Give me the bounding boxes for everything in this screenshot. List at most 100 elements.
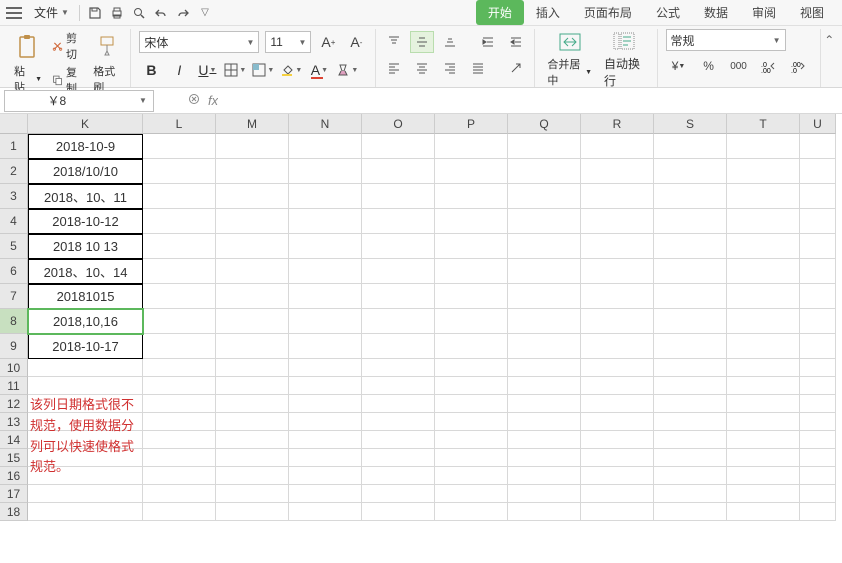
cell[interactable] bbox=[727, 184, 800, 209]
cell[interactable] bbox=[508, 159, 581, 184]
cell[interactable] bbox=[289, 485, 362, 503]
cell[interactable] bbox=[435, 467, 508, 485]
cell[interactable] bbox=[727, 449, 800, 467]
cell[interactable] bbox=[216, 284, 289, 309]
cancel-formula-icon[interactable] bbox=[188, 93, 200, 108]
cell[interactable] bbox=[362, 184, 435, 209]
cell[interactable] bbox=[362, 485, 435, 503]
quick-access-overflow-icon[interactable]: ▽ bbox=[194, 2, 216, 24]
cell[interactable] bbox=[435, 184, 508, 209]
font-size-select[interactable]: 11 ▼ bbox=[265, 31, 311, 53]
cell[interactable] bbox=[435, 309, 508, 334]
name-box[interactable]: ￥8 ▼ bbox=[4, 90, 154, 112]
cell[interactable] bbox=[435, 503, 508, 521]
row-header[interactable]: 11 bbox=[0, 377, 28, 395]
format-painter-button[interactable]: 格式刷 bbox=[89, 29, 124, 97]
cell[interactable]: 2018、10、11 bbox=[28, 184, 143, 209]
cell[interactable] bbox=[508, 449, 581, 467]
cell[interactable] bbox=[362, 503, 435, 521]
col-header-N[interactable]: N bbox=[289, 114, 362, 134]
cell[interactable] bbox=[727, 309, 800, 334]
row-header[interactable]: 5 bbox=[0, 234, 28, 259]
cell[interactable] bbox=[654, 485, 727, 503]
cell[interactable] bbox=[654, 359, 727, 377]
col-header-L[interactable]: L bbox=[143, 114, 216, 134]
cell[interactable] bbox=[143, 467, 216, 485]
cell[interactable] bbox=[435, 377, 508, 395]
increase-font-icon[interactable]: A+ bbox=[317, 31, 339, 53]
fx-icon[interactable]: fx bbox=[208, 93, 218, 108]
cell[interactable] bbox=[581, 467, 654, 485]
cell[interactable] bbox=[727, 431, 800, 449]
cell[interactable] bbox=[435, 284, 508, 309]
collapse-ribbon-icon[interactable]: ⌃ bbox=[821, 29, 838, 87]
col-header-U[interactable]: U bbox=[800, 114, 836, 134]
cell[interactable] bbox=[289, 209, 362, 234]
cell[interactable] bbox=[727, 209, 800, 234]
cell[interactable] bbox=[800, 359, 836, 377]
cell[interactable] bbox=[216, 413, 289, 431]
col-header-K[interactable]: K bbox=[28, 114, 143, 134]
cell[interactable] bbox=[435, 159, 508, 184]
cell[interactable] bbox=[435, 209, 508, 234]
cell[interactable] bbox=[362, 413, 435, 431]
cell[interactable] bbox=[727, 284, 800, 309]
cell[interactable] bbox=[289, 449, 362, 467]
cell[interactable] bbox=[216, 159, 289, 184]
col-header-P[interactable]: P bbox=[435, 114, 508, 134]
cell[interactable] bbox=[362, 159, 435, 184]
cell[interactable] bbox=[216, 309, 289, 334]
currency-icon[interactable]: ¥▼ bbox=[666, 55, 692, 77]
cell[interactable] bbox=[362, 359, 435, 377]
cell[interactable] bbox=[800, 159, 836, 184]
cell[interactable] bbox=[581, 334, 654, 359]
cell-grid[interactable]: 2018-10-92018/10/102018、10、112018-10-122… bbox=[28, 134, 842, 563]
cell[interactable] bbox=[581, 395, 654, 413]
cell[interactable] bbox=[800, 234, 836, 259]
cell[interactable]: 20181015 bbox=[28, 284, 143, 309]
cell[interactable] bbox=[800, 431, 836, 449]
col-header-O[interactable]: O bbox=[362, 114, 435, 134]
row-header[interactable]: 12 bbox=[0, 395, 28, 413]
cell[interactable] bbox=[727, 134, 800, 159]
file-menu[interactable]: 文件 ▼ bbox=[28, 4, 75, 21]
cell[interactable] bbox=[508, 359, 581, 377]
cell[interactable] bbox=[508, 259, 581, 284]
cell[interactable] bbox=[362, 209, 435, 234]
tab-layout[interactable]: 页面布局 bbox=[572, 0, 644, 25]
cell[interactable] bbox=[581, 431, 654, 449]
cell[interactable] bbox=[654, 159, 727, 184]
cell[interactable]: 2018/10/10 bbox=[28, 159, 143, 184]
cell[interactable]: 2018 10 13 bbox=[28, 234, 143, 259]
cell[interactable] bbox=[289, 395, 362, 413]
cell[interactable] bbox=[800, 334, 836, 359]
cell[interactable] bbox=[581, 359, 654, 377]
row-header[interactable]: 18 bbox=[0, 503, 28, 521]
row-header[interactable]: 17 bbox=[0, 485, 28, 503]
cell[interactable] bbox=[727, 334, 800, 359]
cell[interactable] bbox=[289, 334, 362, 359]
cell[interactable] bbox=[143, 309, 216, 334]
cell[interactable] bbox=[143, 209, 216, 234]
cell[interactable] bbox=[362, 395, 435, 413]
tab-formula[interactable]: 公式 bbox=[644, 0, 692, 25]
cell[interactable] bbox=[289, 234, 362, 259]
tab-review[interactable]: 审阅 bbox=[740, 0, 788, 25]
cell[interactable] bbox=[800, 309, 836, 334]
row-header[interactable]: 1 bbox=[0, 134, 28, 159]
cell[interactable] bbox=[28, 359, 143, 377]
cell[interactable] bbox=[581, 284, 654, 309]
cell[interactable] bbox=[508, 134, 581, 159]
cell[interactable] bbox=[727, 359, 800, 377]
cell[interactable] bbox=[216, 134, 289, 159]
cell[interactable] bbox=[143, 503, 216, 521]
cell[interactable]: 2018-10-9 bbox=[28, 134, 143, 159]
cell[interactable] bbox=[216, 359, 289, 377]
row-header[interactable]: 9 bbox=[0, 334, 28, 359]
cell[interactable] bbox=[654, 209, 727, 234]
cell[interactable]: 2018、10、14 bbox=[28, 259, 143, 284]
cell[interactable] bbox=[800, 503, 836, 521]
cell[interactable] bbox=[289, 259, 362, 284]
cell[interactable] bbox=[289, 134, 362, 159]
cell[interactable] bbox=[581, 503, 654, 521]
